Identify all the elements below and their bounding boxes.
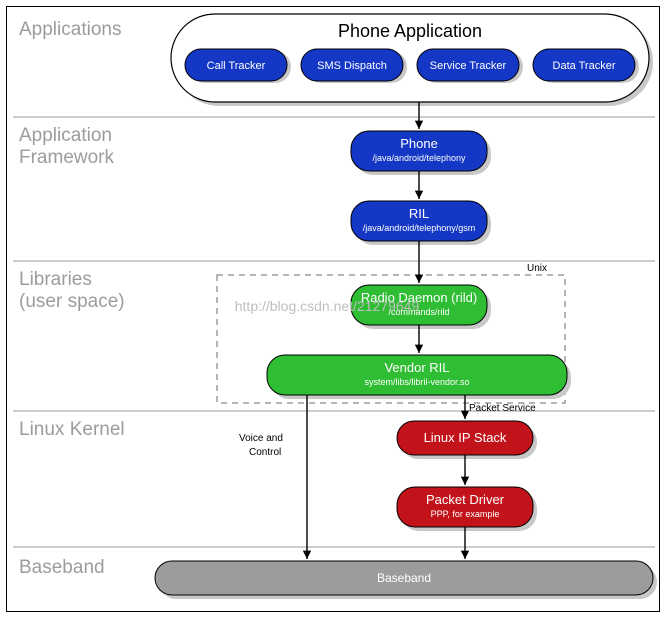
pill-sms-dispatch: SMS Dispatch <box>301 49 407 83</box>
svg-text:/java/android/telephony: /java/android/telephony <box>372 153 466 163</box>
layer-label-libraries-2: (user space) <box>19 291 125 312</box>
diagram-root: Applications Application Framework Libra… <box>0 0 666 618</box>
pill-vendor-ril: Vendor RIL system/libs/libril-vendor.so <box>267 355 571 399</box>
svg-text:Service Tracker: Service Tracker <box>430 60 507 72</box>
svg-text:RIL: RIL <box>409 206 429 221</box>
pill-call-tracker: Call Tracker <box>185 49 291 83</box>
svg-text:Linux IP Stack: Linux IP Stack <box>424 430 507 445</box>
layer-label-framework-2: Framework <box>19 147 115 168</box>
voice-control-label-2: Control <box>249 447 281 458</box>
svg-text:Phone: Phone <box>400 136 438 151</box>
svg-text:SMS Dispatch: SMS Dispatch <box>317 60 387 72</box>
pill-linux-ip-stack: Linux IP Stack <box>397 421 537 459</box>
svg-text:Call Tracker: Call Tracker <box>207 60 266 72</box>
phone-application-container: Phone Application Call Tracker SMS Dispa… <box>171 14 653 106</box>
svg-text:Packet Driver: Packet Driver <box>426 492 505 507</box>
watermark: http://blog.csdn.net/21279649 <box>235 298 420 314</box>
svg-text:Data Tracker: Data Tracker <box>553 60 616 72</box>
pill-packet-driver: Packet Driver PPP, for example <box>397 487 537 531</box>
svg-text:/java/android/telephony/gsm: /java/android/telephony/gsm <box>363 223 476 233</box>
section-dividers <box>13 117 655 547</box>
pill-phone: Phone /java/android/telephony <box>351 131 491 175</box>
svg-text:Baseband: Baseband <box>377 571 431 585</box>
layer-label-kernel: Linux Kernel <box>19 419 125 440</box>
layer-label-applications: Applications <box>19 19 121 40</box>
packet-service-label: Packet Service <box>469 403 536 414</box>
outer-frame: Applications Application Framework Libra… <box>6 6 660 612</box>
layer-label-framework-1: Application <box>19 125 112 146</box>
pill-ril: RIL /java/android/telephony/gsm <box>351 201 491 245</box>
svg-text:system/libs/libril-vendor.so: system/libs/libril-vendor.so <box>364 377 469 387</box>
phone-application-title: Phone Application <box>338 21 482 41</box>
layer-label-libraries-1: Libraries <box>19 269 92 290</box>
svg-text:PPP, for example: PPP, for example <box>431 509 500 519</box>
voice-control-label-1: Voice and <box>239 433 283 444</box>
pill-service-tracker: Service Tracker <box>417 49 523 83</box>
layer-label-baseband: Baseband <box>19 557 105 578</box>
svg-text:Vendor RIL: Vendor RIL <box>384 360 449 375</box>
pill-baseband: Baseband <box>155 561 657 599</box>
unix-label: Unix <box>527 263 547 274</box>
pill-data-tracker: Data Tracker <box>533 49 639 83</box>
